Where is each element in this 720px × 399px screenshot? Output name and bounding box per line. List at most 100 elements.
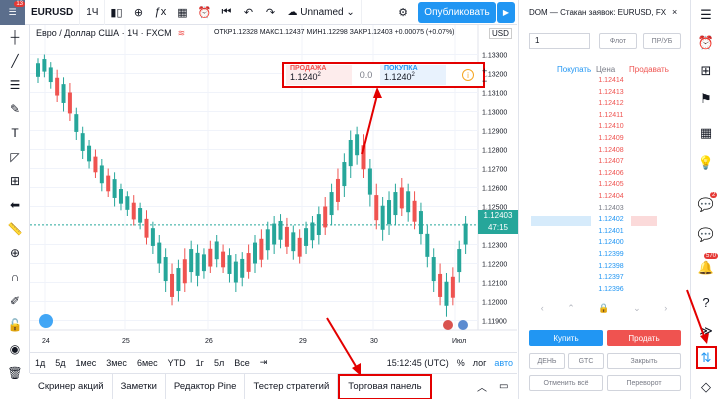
settings-icon[interactable]: ⚙ <box>392 0 414 25</box>
watchlist-icon[interactable]: ☰ <box>697 6 715 24</box>
eye-icon[interactable]: ◉ <box>0 337 30 361</box>
plus-icon[interactable]: + <box>482 66 487 76</box>
user-avatar[interactable]: ☰ 13 <box>0 0 25 25</box>
dom-price-row[interactable]: 1.12411 <box>593 112 629 119</box>
dom-price-row[interactable]: 1.12412 <box>593 100 629 107</box>
zoom-icon[interactable]: ⊕ <box>0 241 30 265</box>
brush-icon[interactable]: ✎ <box>0 97 30 121</box>
layers-icon[interactable]: ◇ <box>697 378 715 396</box>
notifications-icon[interactable]: 🔔 <box>697 259 715 277</box>
info-icon[interactable]: i <box>462 69 474 81</box>
dom-price-row[interactable]: 1.12404 <box>593 193 629 200</box>
dom-price-row[interactable]: 1.12409 <box>593 135 629 142</box>
minus-icon[interactable]: − <box>482 76 487 86</box>
price-chart[interactable]: 1.13300 1.13200 1.13100 1.13000 1.12900 1.128… <box>30 25 518 351</box>
play-icon[interactable]: ▶ <box>497 2 515 23</box>
log-toggle[interactable]: лог <box>473 358 487 368</box>
stop-button[interactable]: ПР/УБ <box>643 33 681 49</box>
layout-name[interactable]: ☁ Unnamed ⌄ <box>281 0 362 25</box>
back-arrow-icon[interactable]: ⬅ <box>0 193 30 217</box>
goto-date-icon[interactable]: ⇥ <box>255 357 273 368</box>
hotlists-icon[interactable]: ⚑ <box>697 90 715 108</box>
dom-ask-cell[interactable] <box>631 216 657 227</box>
dom-buy-button[interactable]: Купить <box>529 330 603 346</box>
clock-label[interactable]: 15:12:45 (UTC) <box>387 358 449 368</box>
unlock-icon[interactable]: 🔓 <box>0 313 30 337</box>
quantity-input[interactable]: 1 <box>529 33 590 49</box>
tf-1m[interactable]: 1мес <box>71 358 102 368</box>
panel-window-icon[interactable]: ▭ <box>499 381 508 392</box>
ruler-icon[interactable]: 📏 <box>0 217 30 241</box>
collapse-icon[interactable]: ≫ <box>697 322 715 340</box>
dom-price-row[interactable]: 1.12402 <box>593 216 629 223</box>
replay-icon[interactable]: ⏮ <box>215 0 237 25</box>
cancel-all-button[interactable]: Отменить всё <box>529 375 603 391</box>
tf-5y[interactable]: 5л <box>209 358 229 368</box>
limit-button[interactable]: Флот <box>599 33 637 49</box>
tf-all[interactable]: Все <box>229 358 255 368</box>
tab-strategy-tester[interactable]: Тестер стратегий <box>245 373 339 399</box>
dom-price-row[interactable]: 1.12400 <box>593 239 629 246</box>
dom-price-row[interactable]: 1.12399 <box>593 251 629 258</box>
tab-notes[interactable]: Заметки <box>113 373 166 399</box>
undo-icon[interactable]: ↶ <box>237 0 259 25</box>
candles-icon[interactable]: ▮▯ <box>105 0 127 25</box>
dom-price-row[interactable]: 1.12406 <box>593 170 629 177</box>
alert-icon[interactable]: ⏰ <box>193 0 215 25</box>
text-icon[interactable]: T <box>0 121 30 145</box>
day-button[interactable]: ДЕНЬ <box>529 353 565 369</box>
dom-bid-cell[interactable] <box>531 216 591 227</box>
tf-1d[interactable]: 1д <box>30 358 50 368</box>
trendline-icon[interactable]: ╱ <box>0 49 30 73</box>
indicators-icon[interactable]: ƒx <box>149 0 171 25</box>
percent-toggle[interactable]: % <box>457 358 465 368</box>
tf-3m[interactable]: 3мес <box>101 358 132 368</box>
dom-price-row[interactable]: 1.12398 <box>593 263 629 270</box>
tab-trading-panel[interactable]: Торговая панель <box>338 373 432 399</box>
reverse-button[interactable]: Переворот <box>607 375 681 391</box>
ideas-icon[interactable]: 💡 <box>697 154 715 172</box>
help-icon[interactable]: ? <box>697 293 715 311</box>
data-window-icon[interactable]: ⊞ <box>697 62 715 80</box>
dom-price-row[interactable]: 1.12408 <box>593 147 629 154</box>
tf-ytd[interactable]: YTD <box>163 358 191 368</box>
tf-6m[interactable]: 6мес <box>132 358 163 368</box>
sell-button[interactable]: ПРОДАЖА 1.12402 <box>286 65 352 85</box>
auto-toggle[interactable]: авто <box>494 358 513 368</box>
dom-price-row[interactable]: 1.12396 <box>593 286 629 293</box>
interval-selector[interactable]: 1Ч <box>80 0 106 25</box>
dom-price-row[interactable]: 1.12397 <box>593 274 629 281</box>
tf-5d[interactable]: 5д <box>50 358 70 368</box>
gtc-button[interactable]: GTC <box>568 353 604 369</box>
streams-icon[interactable]: 💬 <box>697 226 715 244</box>
lock-icon[interactable]: 🔒 <box>598 303 609 314</box>
scroll-up-icon[interactable]: ⌃ <box>567 303 575 314</box>
publish-button[interactable]: Опубликовать <box>418 2 496 23</box>
buy-button[interactable]: ПОКУПКА 1.12402 <box>380 65 446 85</box>
redo-icon[interactable]: ↷ <box>259 0 281 25</box>
chat-icon[interactable]: 💬 <box>697 196 715 214</box>
calendar-icon[interactable]: ▦ <box>697 124 715 142</box>
tf-1y[interactable]: 1г <box>191 358 209 368</box>
symbol-selector[interactable]: EURUSD <box>25 0 81 25</box>
close-position-button[interactable]: Закрыть <box>607 353 681 369</box>
close-icon[interactable]: × <box>672 7 677 17</box>
dom-price-row[interactable]: 1.12413 <box>593 89 629 96</box>
dom-sell-button[interactable]: Продать <box>607 330 681 346</box>
projection-icon[interactable]: ⊞ <box>0 169 30 193</box>
tab-pine-editor[interactable]: Редактор Pine <box>166 373 246 399</box>
trash-icon[interactable]: 🗑 <box>0 361 30 385</box>
dom-price-row[interactable]: 1.12407 <box>593 158 629 165</box>
dom-price-row[interactable]: 1.12405 <box>593 181 629 188</box>
magnet-icon[interactable]: ∩ <box>0 265 30 289</box>
compare-icon[interactable]: ⊕ <box>127 0 149 25</box>
templates-icon[interactable]: ▦ <box>171 0 193 25</box>
dom-price-row[interactable]: 1.12410 <box>593 123 629 130</box>
lock-drawing-icon[interactable]: ✐ <box>0 289 30 313</box>
tab-screener[interactable]: Скринер акций <box>30 373 113 399</box>
pattern-icon[interactable]: ◸ <box>0 145 30 169</box>
crosshair-icon[interactable]: ┼ <box>0 25 30 49</box>
quantity-stepper[interactable]: + − <box>482 66 487 86</box>
scroll-right-icon[interactable]: › <box>664 303 667 314</box>
scroll-left-icon[interactable]: ‹ <box>541 303 544 314</box>
